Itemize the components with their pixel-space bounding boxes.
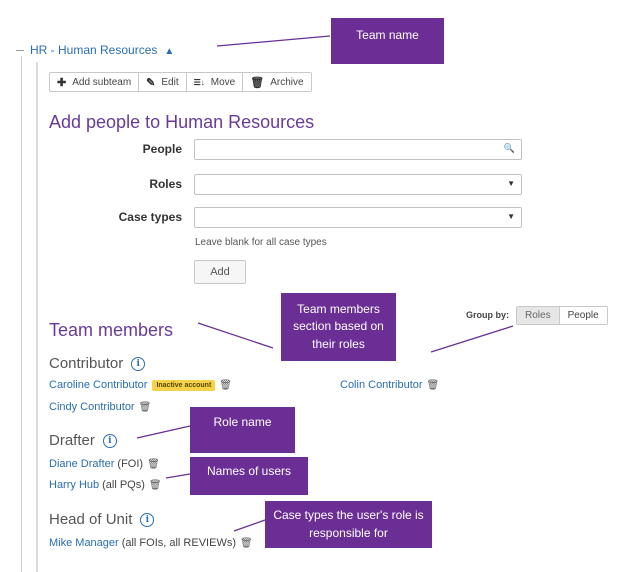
- pointer-line: [197, 322, 274, 349]
- callout-case-types: Case types the user's role is responsibl…: [265, 501, 432, 548]
- callout-role-name: Role name: [190, 407, 295, 453]
- callout-pointer-lines: [136, 35, 514, 532]
- pointer-line: [430, 325, 514, 353]
- callout-names-of-users: Names of users: [190, 457, 308, 495]
- pointer-line: [216, 35, 331, 47]
- pointer-line: [136, 425, 191, 439]
- pointer-line: [165, 473, 191, 479]
- pointer-line: [233, 519, 266, 532]
- callout-team-name: Team name: [331, 18, 444, 64]
- callout-team-members-section: Team members section based on their role…: [281, 293, 396, 361]
